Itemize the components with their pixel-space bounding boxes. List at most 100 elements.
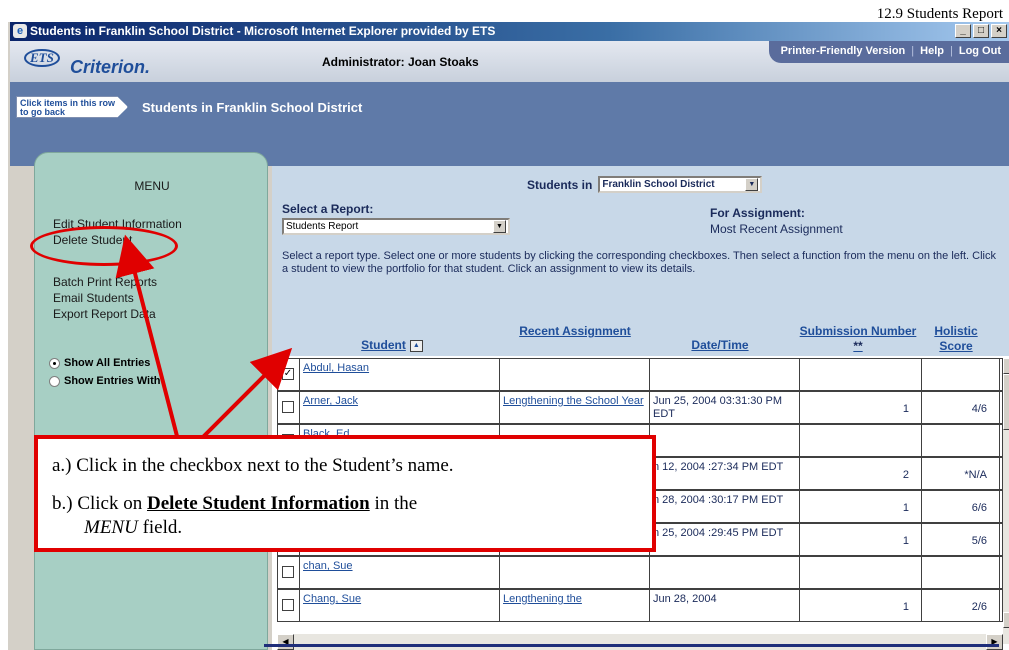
ie-browser-icon: e xyxy=(13,24,27,38)
student-name-link[interactable]: Chang, Sue xyxy=(300,590,500,621)
document-caption: 12.9 Students Report xyxy=(876,6,1003,22)
window-title: Students in Franklin School District - M… xyxy=(30,24,496,38)
criterion-wordmark: Criterion. xyxy=(70,57,151,77)
checkbox-cell: ✓ xyxy=(278,359,300,390)
top-links: Printer-Friendly Version | Help | Log Out xyxy=(768,41,1009,63)
minimize-button[interactable]: _ xyxy=(955,24,971,38)
batch-print-reports-link[interactable]: Batch Print Reports xyxy=(53,275,157,289)
assignment-link[interactable] xyxy=(500,359,650,390)
holistic-score-cell: 4/6 xyxy=(922,392,1000,423)
printer-friendly-link[interactable]: Printer-Friendly Version xyxy=(781,45,906,57)
for-assignment-label: For Assignment: xyxy=(710,206,805,220)
sort-up-icon[interactable]: ▲ xyxy=(409,339,423,352)
date-time-cell: n 28, 2004 :30:17 PM EDT xyxy=(650,491,800,522)
date-time-cell xyxy=(650,359,800,390)
help-link[interactable]: Help xyxy=(920,45,944,57)
app-header: ETS Criterion. Administrator: Joan Stoak… xyxy=(10,41,1009,82)
browser-window: e Students in Franklin School District -… xyxy=(8,22,1009,650)
select-report-label: Select a Report: xyxy=(282,202,374,216)
holistic-score-cell: 6/6 xyxy=(922,491,1000,522)
checkbox-cell xyxy=(278,590,300,621)
window-controls: _ □ × xyxy=(955,24,1007,38)
scroll-down-icon[interactable]: ▼ xyxy=(1003,612,1009,628)
students-in-label: Students in xyxy=(527,177,593,192)
show-all-entries-option[interactable]: Show All Entries xyxy=(49,357,150,369)
table-row: chan, Sue xyxy=(277,556,1003,589)
vertical-scrollbar[interactable]: ▲ ▼ xyxy=(1003,358,1009,644)
radio-selected-icon[interactable] xyxy=(49,357,60,369)
email-students-link[interactable]: Email Students xyxy=(53,291,134,305)
radio-unselected-icon[interactable] xyxy=(49,375,60,387)
callout-step-b-cont: MENU field. xyxy=(84,517,182,539)
col-submission-number[interactable]: Submission Number ** xyxy=(798,324,918,354)
breadcrumb-current[interactable]: Students in Franklin School District xyxy=(142,100,362,115)
district-select-value: Franklin School District xyxy=(602,179,715,190)
close-button[interactable]: × xyxy=(991,24,1007,38)
report-select-value: Students Report xyxy=(286,221,359,232)
col-date-time[interactable]: Date/Time xyxy=(660,338,780,353)
col-holistic-score[interactable]: Holistic Score xyxy=(928,324,984,354)
student-name-link[interactable]: Abdul, Hasan xyxy=(300,359,500,390)
scroll-right-icon[interactable]: ▶ xyxy=(986,634,1003,650)
checkbox[interactable] xyxy=(282,566,294,578)
holistic-score-cell: 2/6 xyxy=(922,590,1000,621)
col-recent-assignment[interactable]: Recent Assignment xyxy=(510,324,640,339)
district-select[interactable]: Franklin School District ▼ xyxy=(598,176,763,193)
title-bar: e Students in Franklin School District -… xyxy=(10,22,1009,41)
menu-panel: MENU Edit Student Information Delete Stu… xyxy=(34,152,268,650)
col-student-label: Student xyxy=(361,338,406,352)
table-row: Chang, Sue Lengthening the Jun 28, 2004 1 2/… xyxy=(277,589,1003,622)
submission-number-cell: 1 xyxy=(800,524,922,555)
report-select[interactable]: Students Report ▼ xyxy=(282,218,510,235)
table-row: ✓ Abdul, Hasan xyxy=(277,358,1003,391)
student-name-link[interactable]: Arner, Jack xyxy=(300,392,500,423)
callout-b-prefix: b.) Click on xyxy=(52,493,147,514)
callout-menu-word: MENU xyxy=(84,517,138,538)
holistic-score-cell xyxy=(922,425,1000,456)
show-entries-with-label: Show Entries With: xyxy=(64,375,165,387)
show-all-entries-label: Show All Entries xyxy=(64,357,151,369)
checkbox[interactable] xyxy=(282,599,294,611)
checkbox-checked[interactable]: ✓ xyxy=(282,368,294,380)
col-student[interactable]: Student ▲ xyxy=(332,338,452,353)
callout-step-b: b.) Click on Delete Student Information … xyxy=(52,493,417,515)
ets-logo: ETS xyxy=(24,49,60,67)
callout-c-suffix: field. xyxy=(137,517,183,538)
for-assignment-value: Most Recent Assignment xyxy=(710,222,843,236)
assignment-link[interactable]: Lengthening the xyxy=(500,590,650,621)
students-in-row: Students in Franklin School District ▼ xyxy=(527,176,763,193)
scroll-thumb[interactable] xyxy=(1003,374,1009,430)
show-entries-with-option[interactable]: Show Entries With: xyxy=(49,375,164,387)
chevron-down-icon[interactable]: ▼ xyxy=(745,178,759,191)
col-submission-label: Submission Number xyxy=(799,324,917,338)
assignment-link[interactable]: Lengthening the School Year xyxy=(500,392,650,423)
export-report-data-link[interactable]: Export Report Data xyxy=(53,307,156,321)
student-name-link[interactable]: chan, Sue xyxy=(300,557,500,588)
checkbox-cell xyxy=(278,392,300,423)
submission-number-cell: 2 xyxy=(800,458,922,489)
callout-b-emphasis: Delete Student Information xyxy=(147,493,370,514)
date-time-cell: Jun 28, 2004 xyxy=(650,590,800,621)
go-back-hint-button[interactable]: Click items in this row to go back xyxy=(16,96,128,118)
instructions-text: Select a report type. Select one or more… xyxy=(282,250,996,275)
log-out-link[interactable]: Log Out xyxy=(959,45,1001,57)
report-header: Students in Franklin School District ▼ S… xyxy=(272,166,1009,356)
scroll-up-icon[interactable]: ▲ xyxy=(1003,358,1009,374)
checkbox[interactable] xyxy=(282,401,294,413)
submission-number-cell xyxy=(800,359,922,390)
date-time-cell: n 12, 2004 :27:34 PM EDT xyxy=(650,458,800,489)
holistic-score-cell xyxy=(922,359,1000,390)
assignment-link[interactable] xyxy=(500,557,650,588)
holistic-score-cell: *N/A xyxy=(922,458,1000,489)
submission-number-cell: 1 xyxy=(800,590,922,621)
scroll-left-icon[interactable]: ◀ xyxy=(277,634,294,650)
administrator-label: Administrator: Joan Stoaks xyxy=(322,55,479,69)
report-content: Students in Franklin School District ▼ S… xyxy=(272,166,1009,650)
chevron-down-icon[interactable]: ▼ xyxy=(493,220,506,233)
horizontal-scrollbar[interactable]: ◀ ▶ xyxy=(277,634,1003,650)
date-time-cell: n 25, 2004 :29:45 PM EDT xyxy=(650,524,800,555)
menu-title: MENU xyxy=(134,179,170,193)
submission-number-cell xyxy=(800,557,922,588)
holistic-score-cell: 5/6 xyxy=(922,524,1000,555)
maximize-button[interactable]: □ xyxy=(973,24,989,38)
